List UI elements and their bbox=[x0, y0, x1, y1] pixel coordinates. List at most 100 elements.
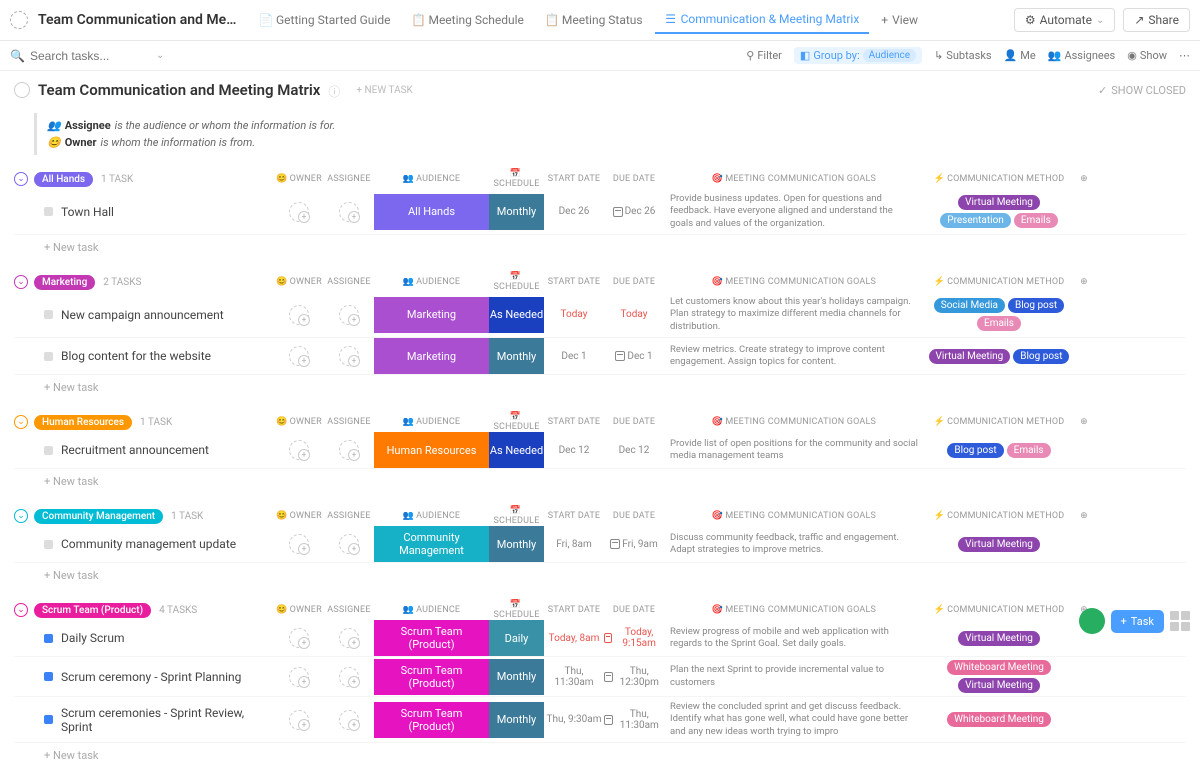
share-button[interactable]: ↗Share bbox=[1123, 8, 1190, 32]
task-name[interactable]: Recruitment announcement bbox=[14, 443, 274, 457]
new-task-row[interactable]: + New task bbox=[14, 469, 1186, 494]
schedule-cell[interactable]: Daily bbox=[489, 620, 544, 656]
task-name[interactable]: Town Hall bbox=[14, 205, 274, 219]
add-view-button[interactable]: +View bbox=[871, 7, 928, 33]
due-date-cell[interactable]: Dec 12 bbox=[604, 445, 664, 456]
new-task-button[interactable]: + NEW TASK bbox=[350, 83, 418, 98]
show-closed-button[interactable]: ✓SHOW CLOSED bbox=[1098, 84, 1186, 97]
start-date-cell[interactable]: Today bbox=[544, 309, 604, 320]
owner-cell[interactable] bbox=[274, 346, 324, 366]
task-row[interactable]: Community management update Community Ma… bbox=[14, 526, 1186, 563]
automate-button[interactable]: ⚙Automate⌄ bbox=[1014, 8, 1116, 32]
new-task-row[interactable]: + New task bbox=[14, 743, 1186, 768]
subtasks-button[interactable]: ↳Subtasks bbox=[934, 49, 992, 62]
new-task-row[interactable]: + New task bbox=[14, 563, 1186, 588]
due-date-cell[interactable]: Thu, 12:30pm bbox=[604, 666, 664, 688]
apps-fab[interactable] bbox=[1170, 611, 1190, 631]
start-date-cell[interactable]: Dec 26 bbox=[544, 206, 604, 217]
assignee-cell[interactable] bbox=[324, 305, 374, 325]
owner-cell[interactable] bbox=[274, 440, 324, 460]
show-button[interactable]: ◉Show bbox=[1127, 49, 1167, 62]
audience-cell[interactable]: Marketing bbox=[374, 338, 489, 374]
start-date-cell[interactable]: Dec 1 bbox=[544, 351, 604, 362]
goals-cell[interactable]: Plan the next Sprint to provide incremen… bbox=[664, 660, 924, 693]
new-task-row[interactable]: + New task bbox=[14, 235, 1186, 260]
assignee-cell[interactable] bbox=[324, 667, 374, 687]
start-date-cell[interactable]: Today, 8am bbox=[544, 633, 604, 644]
due-date-cell[interactable]: Thu, 11:30am bbox=[604, 709, 664, 731]
audience-cell[interactable]: Human Resources bbox=[374, 432, 489, 468]
assignee-cell[interactable] bbox=[324, 346, 374, 366]
new-task-fab[interactable]: +Task bbox=[1111, 610, 1164, 633]
audience-cell[interactable]: Scrum Team (Product) bbox=[374, 702, 489, 738]
task-row[interactable]: Recruitment announcement Human Resources… bbox=[14, 432, 1186, 469]
group-by-button[interactable]: ◧Group by:Audience bbox=[794, 47, 922, 64]
group-toggle[interactable]: ⌄ bbox=[14, 509, 28, 523]
schedule-cell[interactable]: Monthly bbox=[489, 338, 544, 374]
add-column[interactable]: ⊕ bbox=[1074, 417, 1094, 427]
assignee-cell[interactable] bbox=[324, 710, 374, 730]
owner-cell[interactable] bbox=[274, 628, 324, 648]
goals-cell[interactable]: Discuss community feedback, traffic and … bbox=[664, 528, 924, 561]
add-column[interactable]: ⊕ bbox=[1074, 174, 1094, 184]
audience-cell[interactable]: Marketing bbox=[374, 297, 489, 333]
status-circle-icon[interactable] bbox=[14, 82, 30, 98]
methods-cell[interactable]: Virtual MeetingPresentationEmails bbox=[924, 192, 1074, 231]
group-toggle[interactable]: ⌄ bbox=[14, 603, 28, 617]
group-pill[interactable]: All Hands bbox=[34, 172, 93, 187]
add-column[interactable]: ⊕ bbox=[1074, 277, 1094, 287]
owner-cell[interactable] bbox=[274, 710, 324, 730]
tab-meeting-status[interactable]: 📋Meeting Status bbox=[536, 7, 653, 33]
task-name[interactable]: Daily Scrum bbox=[14, 631, 274, 645]
task-row[interactable]: Scrum ceremony - Sprint Planning Scrum T… bbox=[14, 657, 1186, 697]
start-date-cell[interactable]: Thu, 11:30am bbox=[544, 666, 604, 688]
start-date-cell[interactable]: Thu, 9:30am bbox=[544, 714, 604, 725]
filter-button[interactable]: ⚲Filter bbox=[746, 49, 782, 62]
schedule-cell[interactable]: As Needed bbox=[489, 432, 544, 468]
goals-cell[interactable]: Review the concluded sprint and get disc… bbox=[664, 697, 924, 742]
audience-cell[interactable]: All Hands bbox=[374, 194, 489, 230]
audience-cell[interactable]: Scrum Team (Product) bbox=[374, 659, 489, 695]
owner-cell[interactable] bbox=[274, 667, 324, 687]
task-row[interactable]: Town Hall All Hands Monthly Dec 26 Dec 2… bbox=[14, 189, 1186, 235]
assignee-cell[interactable] bbox=[324, 628, 374, 648]
task-row[interactable]: New campaign announcement Marketing As N… bbox=[14, 292, 1186, 338]
task-row[interactable]: Daily Scrum Scrum Team (Product) Daily T… bbox=[14, 620, 1186, 657]
methods-cell[interactable]: Virtual Meeting bbox=[924, 534, 1074, 555]
schedule-cell[interactable]: Monthly bbox=[489, 526, 544, 562]
goals-cell[interactable]: Provide business updates. Open for quest… bbox=[664, 189, 924, 234]
methods-cell[interactable]: Virtual Meeting bbox=[924, 628, 1074, 649]
tab-communication-matrix[interactable]: ☰Communication & Meeting Matrix bbox=[655, 6, 870, 34]
due-date-cell[interactable]: Dec 1 bbox=[604, 351, 664, 362]
schedule-cell[interactable]: Monthly bbox=[489, 659, 544, 695]
audience-cell[interactable]: Scrum Team (Product) bbox=[374, 620, 489, 656]
goals-cell[interactable]: Review progress of mobile and web applic… bbox=[664, 622, 924, 655]
owner-cell[interactable] bbox=[274, 305, 324, 325]
start-date-cell[interactable]: Dec 12 bbox=[544, 445, 604, 456]
search-input[interactable] bbox=[30, 49, 150, 63]
due-date-cell[interactable]: Today bbox=[604, 309, 664, 320]
due-date-cell[interactable]: Fri, 9am bbox=[604, 539, 664, 550]
goals-cell[interactable]: Let customers know about this year's hol… bbox=[664, 292, 924, 337]
methods-cell[interactable]: Whiteboard Meeting bbox=[924, 709, 1074, 730]
more-button[interactable]: ⋯ bbox=[1179, 49, 1190, 62]
owner-cell[interactable] bbox=[274, 202, 324, 222]
group-toggle[interactable]: ⌄ bbox=[14, 172, 28, 186]
goals-cell[interactable]: Review metrics. Create strategy to impro… bbox=[664, 340, 924, 373]
task-name[interactable]: New campaign announcement bbox=[14, 308, 274, 322]
tab-getting-started[interactable]: 📄Getting Started Guide bbox=[250, 7, 400, 33]
schedule-cell[interactable]: Monthly bbox=[489, 702, 544, 738]
task-name[interactable]: Scrum ceremony - Sprint Planning bbox=[14, 670, 274, 684]
new-task-row[interactable]: + New task bbox=[14, 375, 1186, 400]
goals-cell[interactable]: Provide list of open positions for the c… bbox=[664, 434, 924, 467]
group-toggle[interactable]: ⌄ bbox=[14, 415, 28, 429]
group-pill[interactable]: Scrum Team (Product) bbox=[34, 603, 151, 618]
group-pill[interactable]: Human Resources bbox=[34, 415, 132, 430]
start-date-cell[interactable]: Fri, 8am bbox=[544, 539, 604, 550]
group-toggle[interactable]: ⌄ bbox=[14, 275, 28, 289]
methods-cell[interactable]: Blog postEmails bbox=[924, 440, 1074, 461]
assignee-cell[interactable] bbox=[324, 440, 374, 460]
assignee-cell[interactable] bbox=[324, 202, 374, 222]
due-date-cell[interactable]: Dec 26 bbox=[604, 206, 664, 217]
methods-cell[interactable]: Social MediaBlog postEmails bbox=[924, 295, 1074, 334]
